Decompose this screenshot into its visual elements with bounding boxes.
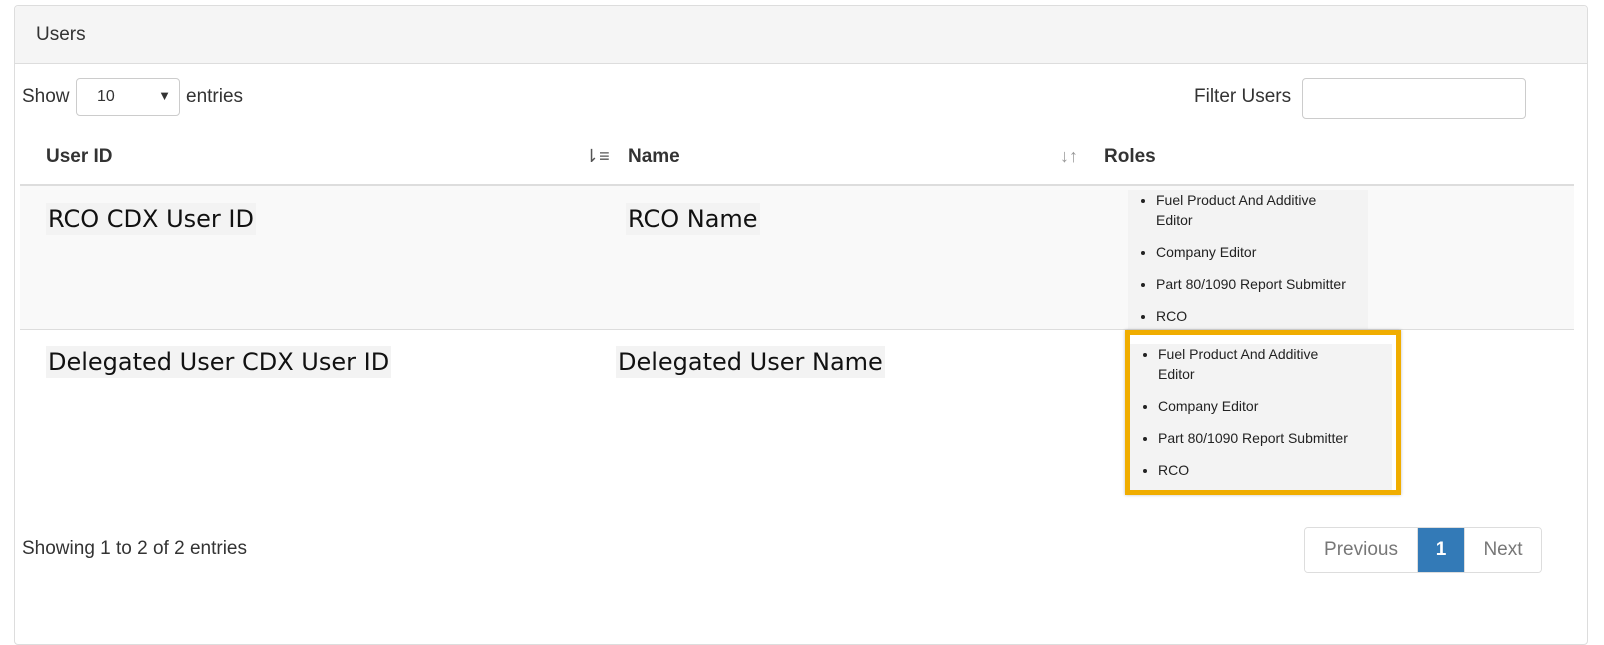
column-header-name[interactable]: Name	[628, 146, 680, 168]
previous-page-button[interactable]: Previous	[1305, 528, 1418, 572]
name-cell: Delegated User Name	[616, 346, 885, 378]
user-id-cell: RCO CDX User ID	[46, 203, 256, 235]
table-info: Showing 1 to 2 of 2 entries	[22, 538, 247, 559]
next-page-button[interactable]: Next	[1464, 528, 1541, 572]
role-item: Fuel Product And Additive Editor	[1156, 190, 1346, 230]
column-header-roles: Roles	[1104, 146, 1156, 167]
user-id-cell: Delegated User CDX User ID	[46, 346, 392, 378]
sort-ascending-icon[interactable]: ⇂≡	[584, 146, 610, 167]
filter-users-label: Filter Users	[1194, 86, 1292, 107]
highlight-frame	[1125, 330, 1401, 495]
page-1-button[interactable]: 1	[1418, 528, 1464, 572]
sort-both-icon[interactable]: ↓↑	[1060, 146, 1078, 167]
panel-title: Users	[15, 6, 1587, 64]
role-item: Company Editor	[1156, 242, 1368, 262]
entries-select-value: 10	[97, 88, 115, 105]
column-header-user-id[interactable]: User ID	[46, 146, 113, 168]
name-cell: RCO Name	[626, 203, 760, 235]
entries-label: entries	[186, 86, 244, 107]
pagination: Previous 1 Next	[1304, 527, 1542, 573]
roles-list: Fuel Product And Additive Editor Company…	[1128, 190, 1368, 332]
show-label: Show	[22, 86, 70, 107]
entries-per-page-select[interactable]: 10 ▼	[76, 78, 180, 116]
filter-users-input[interactable]	[1302, 78, 1526, 119]
role-item: RCO	[1156, 306, 1368, 326]
caret-down-icon: ▼	[158, 88, 171, 103]
role-item: Part 80/1090 Report Submitter	[1156, 274, 1368, 294]
